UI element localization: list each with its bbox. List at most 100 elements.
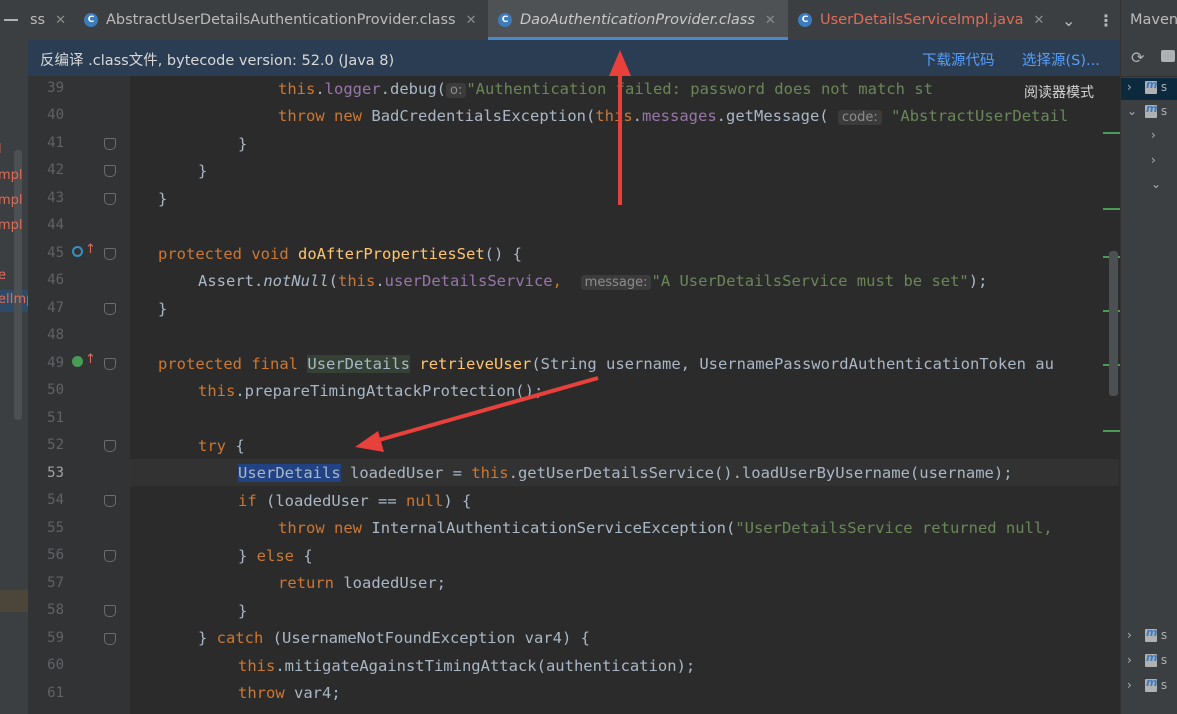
overrides-arrow-icon[interactable]: ↑ [85,352,96,367]
maven-tree-row[interactable]: › s [1127,626,1167,650]
line-number: 56 [47,547,64,563]
code-editor[interactable]: this.logger.debug(o: "Authentication fail… [130,76,1119,714]
code-line[interactable]: } else { [238,543,313,570]
fold-marker-icon[interactable] [104,165,116,177]
close-icon[interactable]: ✕ [765,13,776,28]
project-panel-edge[interactable]: l mpl mpl mpl e elImp [0,0,28,714]
tab-dao-provider[interactable]: C DaoAuthenticationProvider.class ✕ [488,0,788,40]
fold-marker-icon[interactable] [104,495,116,507]
tab-ss[interactable]: ss ✕ [30,0,66,40]
project-scrollbar[interactable] [14,150,22,420]
code-line[interactable]: throw new InternalAuthenticationServiceE… [278,515,1062,542]
change-marker[interactable] [1103,132,1120,134]
project-item-fragment[interactable]: l [0,142,2,157]
chevron-right-icon[interactable]: › [1151,153,1163,167]
chevron-right-icon[interactable]: › [1127,80,1139,94]
code-line[interactable]: } [198,158,207,185]
chevron-right-icon[interactable]: › [1127,628,1139,642]
fold-marker-icon[interactable] [104,633,116,645]
line-number: 59 [47,630,64,646]
code-line[interactable]: try { [198,433,245,460]
editor-gutter[interactable]: 39 40 41 42 43 44 45 46 47 48 49 50 51 5… [28,76,130,714]
collapse-icon[interactable] [4,19,18,21]
more-options-icon[interactable]: ⋮ [1098,0,1114,40]
code-line[interactable]: if (loadedUser == null) { [238,488,471,515]
change-marker[interactable] [1103,208,1120,210]
override-method-icon[interactable] [72,356,83,367]
editor-scrollbar[interactable] [1103,76,1120,714]
fold-marker-icon[interactable] [104,248,116,260]
project-item-fragment[interactable]: mpl [0,193,23,208]
line-number: 40 [47,107,64,123]
chevron-down-icon[interactable]: ⌄ [1062,0,1075,40]
project-highlight-row [0,590,28,612]
fold-marker-icon[interactable] [104,358,116,370]
project-item-fragment[interactable]: e [0,268,6,283]
code-line-current[interactable]: UserDetails loadedUser = this.getUserDet… [238,460,1013,487]
code-line[interactable]: } [238,131,247,158]
code-line[interactable]: this.mitigateAgainstTimingAttack(authent… [238,653,695,680]
implements-method-icon[interactable] [72,246,83,257]
maven-tree-row[interactable]: › s [1127,676,1167,700]
fold-marker-icon[interactable] [104,193,116,205]
project-item-fragment[interactable]: mpl [0,218,23,233]
code-line[interactable]: } [158,296,167,323]
selected-identifier: UserDetails [238,464,341,482]
overrides-arrow-icon[interactable]: ↑ [85,242,96,257]
line-number: 61 [47,685,64,701]
line-number: 52 [47,437,64,453]
maven-tree-row[interactable]: › s [1127,651,1167,675]
chevron-right-icon[interactable]: › [1127,678,1139,692]
reader-mode-toggle[interactable]: 阅读器模式 [1020,82,1098,102]
maven-tree-row[interactable]: › s [1127,78,1167,102]
code-line[interactable]: } catch (UsernameNotFoundException var4)… [198,625,590,652]
code-line[interactable]: throw var4; [238,680,341,707]
download-source-link[interactable]: 下载源代码 [922,49,995,70]
fold-marker-icon[interactable] [104,138,116,150]
line-number: 45 [47,245,64,261]
code-line[interactable]: return loadedUser; [278,570,446,597]
scrollbar-thumb[interactable] [1109,251,1118,396]
fold-marker-icon[interactable] [104,303,116,315]
close-icon[interactable]: ✕ [55,13,66,28]
chevron-right-icon[interactable]: › [1127,653,1139,667]
banner-message: 反编译 .class文件, bytecode version: 52.0 (Ja… [40,53,395,69]
chevron-down-icon[interactable]: ⌄ [1127,104,1139,118]
line-number: 48 [47,327,64,343]
folder-icon[interactable] [1161,50,1175,62]
tab-userdetails-impl[interactable]: C UserDetailsServiceImpl.java ✕ [798,0,1044,40]
code-line[interactable]: } [238,598,247,625]
line-number: 54 [47,492,64,508]
code-line[interactable]: } [158,186,167,213]
editor-tab-bar: ss ✕ C AbstractUserDetailsAuthentication… [28,0,1120,41]
chevron-right-icon[interactable]: › [1151,128,1163,142]
fold-marker-icon[interactable] [104,440,116,452]
maven-tree-row[interactable]: ⌄ [1151,177,1163,199]
choose-source-link[interactable]: 选择源(S)... [1022,49,1100,70]
code-line[interactable]: this.logger.debug(o: "Authentication fail… [278,76,933,103]
code-line[interactable]: protected void doAfterPropertiesSet() { [158,241,522,268]
chevron-down-icon[interactable]: ⌄ [1151,177,1163,191]
code-line[interactable]: protected final UserDetails retrieveUser… [158,351,1054,378]
close-icon[interactable]: ✕ [466,13,477,28]
close-icon[interactable]: ✕ [1034,13,1045,28]
project-item-fragment[interactable]: mpl [0,168,23,183]
code-line[interactable]: throw new BadCredentialsException(this.m… [278,103,1068,130]
maven-tree-row[interactable]: ⌄ s [1127,102,1167,126]
maven-title[interactable]: Maven [1130,12,1177,28]
maven-tree-row[interactable]: › [1151,153,1163,175]
refresh-icon[interactable]: ⟳ [1131,48,1144,67]
maven-project-icon [1145,78,1157,94]
line-number: 49 [47,355,64,371]
maven-tree-row[interactable]: › [1151,128,1163,150]
fold-marker-icon[interactable] [104,605,116,617]
tab-label: DaoAuthenticationProvider.class [520,12,755,28]
code-line[interactable]: Assert.notNull(this.userDetailsService, … [198,268,987,295]
maven-project-icon [1145,651,1157,667]
code-line[interactable]: this.prepareTimingAttackProtection(); [198,378,543,405]
change-marker[interactable] [1103,430,1120,432]
tab-abstract-provider[interactable]: C AbstractUserDetailsAuthenticationProvi… [84,0,477,40]
project-item-fragment[interactable]: elImp [0,292,28,307]
fold-marker-icon[interactable] [104,550,116,562]
maven-project-icon [1145,626,1157,642]
